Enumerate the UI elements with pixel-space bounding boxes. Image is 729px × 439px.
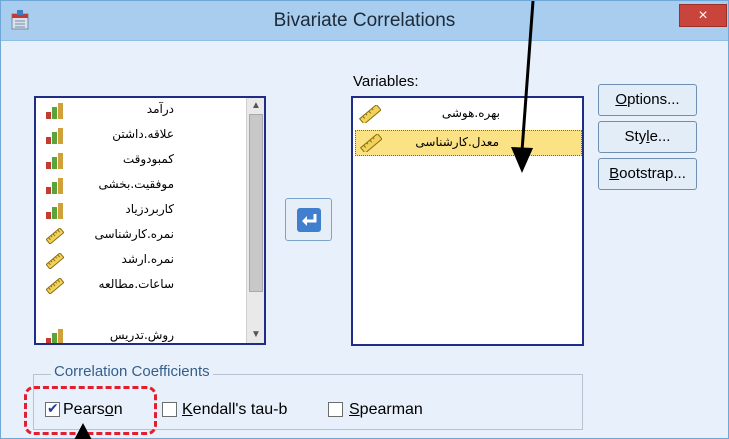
list-item[interactable]: بهره.هوشی xyxy=(355,102,582,128)
bootstrap-button[interactable]: Bootstrap... xyxy=(598,158,697,190)
ruler-icon xyxy=(46,278,64,294)
list-item-label: بهره.هوشی xyxy=(441,106,500,120)
list-item-selected[interactable]: معدل.کارشناسی xyxy=(355,130,582,156)
bar-chart-icon xyxy=(46,203,64,219)
bar-chart-icon xyxy=(46,329,64,343)
style-button[interactable]: Style... xyxy=(598,121,697,153)
options-button[interactable]: Options... xyxy=(598,84,697,116)
move-variable-button[interactable] xyxy=(285,198,332,241)
bivariate-correlations-dialog: Bivariate Correlations × درآمد علاقه.داش… xyxy=(0,0,729,439)
move-arrow-icon xyxy=(297,208,321,232)
spearman-label[interactable]: Spearman xyxy=(349,401,423,419)
kendall-label[interactable]: Kendall's tau-b xyxy=(182,401,287,419)
variables-list[interactable]: بهره.هوشی معدل.کارشناسی xyxy=(351,96,584,346)
ruler-icon xyxy=(46,253,64,269)
list-item[interactable]: ساعات.مطالعه xyxy=(36,275,244,297)
list-item[interactable]: نمره.کارشناسی xyxy=(36,225,244,247)
list-item[interactable]: روش.تدریس xyxy=(36,326,244,343)
list-item[interactable]: درآمد xyxy=(36,100,244,122)
source-variable-list[interactable]: درآمد علاقه.داشتن کمبودوقت موفقیت.بخشی ک… xyxy=(34,96,266,345)
list-item[interactable]: کمبودوقت xyxy=(36,150,244,172)
list-item-label: نمره.ارشد xyxy=(121,252,174,266)
list-item-label: روش.تدریس xyxy=(109,328,174,342)
bar-chart-icon xyxy=(46,178,64,194)
bar-chart-icon xyxy=(46,128,64,144)
ruler-icon xyxy=(359,105,381,123)
ruler-icon xyxy=(46,228,64,244)
bar-chart-icon xyxy=(46,103,64,119)
group-title: Correlation Coefficients xyxy=(51,363,213,380)
scroll-thumb[interactable] xyxy=(249,114,263,292)
spearman-checkbox[interactable] xyxy=(328,402,343,417)
bar-chart-icon xyxy=(46,153,64,169)
list-item[interactable]: نمره.ارشد xyxy=(36,250,244,272)
list-item-label: موفقیت.بخشی xyxy=(98,177,174,191)
list-item-label: کاربردزیاد xyxy=(125,202,174,216)
vertical-scrollbar[interactable]: ▲ ▼ xyxy=(246,98,264,343)
list-item[interactable]: علاقه.داشتن xyxy=(36,125,244,147)
list-item-label: درآمد xyxy=(146,102,174,116)
title-bar: Bivariate Correlations × xyxy=(1,1,728,41)
list-item-label: معدل.کارشناسی xyxy=(415,135,499,149)
ruler-icon xyxy=(360,134,382,152)
list-item-label: کمبودوقت xyxy=(122,152,174,166)
variables-label: Variables: xyxy=(353,73,419,90)
kendall-checkbox[interactable] xyxy=(162,402,177,417)
annotation-highlight-box xyxy=(24,386,157,435)
scroll-down-arrow-icon[interactable]: ▼ xyxy=(249,329,263,341)
list-item-label: ساعات.مطالعه xyxy=(98,277,174,291)
close-button[interactable]: × xyxy=(679,4,727,27)
scroll-up-arrow-icon[interactable]: ▲ xyxy=(249,100,263,112)
dialog-title: Bivariate Correlations xyxy=(273,10,456,31)
list-item[interactable]: موفقیت.بخشی xyxy=(36,175,244,197)
list-item-label: نمره.کارشناسی xyxy=(94,227,174,241)
list-item[interactable]: کاربردزیاد xyxy=(36,200,244,222)
list-item-label: علاقه.داشتن xyxy=(112,127,174,141)
